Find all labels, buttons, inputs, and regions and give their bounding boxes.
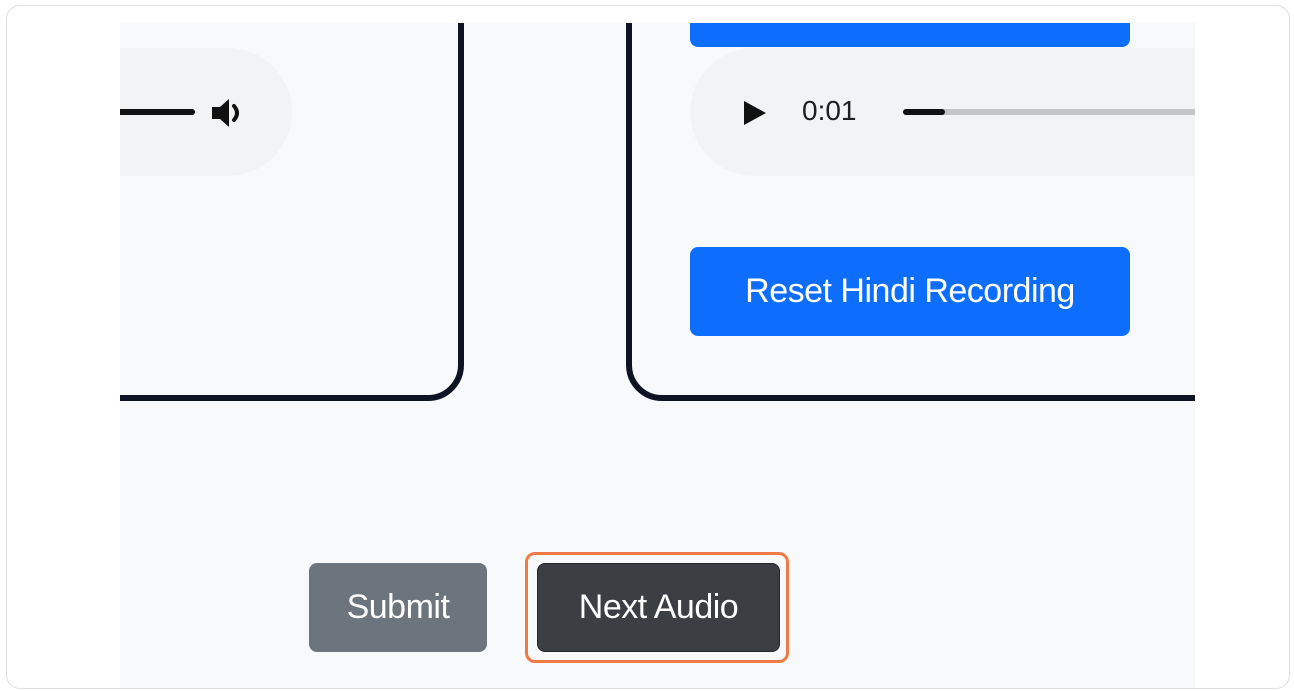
audio-progress-fill (120, 109, 195, 115)
audio-time-display: 0:01 (802, 95, 857, 126)
audio-progress-bar[interactable] (903, 109, 1195, 115)
screenshot-frame: 0:01 Reset Hindi Recording Submit Next A… (6, 5, 1290, 689)
audio-progress-fill (903, 109, 945, 115)
play-icon[interactable] (742, 100, 768, 126)
next-audio-button[interactable]: Next Audio (537, 563, 780, 652)
audio-progress-bar[interactable] (120, 109, 195, 115)
volume-icon[interactable] (210, 96, 248, 130)
submit-button[interactable]: Submit (309, 563, 487, 652)
hindi-audio-player[interactable]: 0:01 (690, 48, 1195, 176)
record-hindi-button[interactable] (690, 23, 1130, 47)
english-audio-player[interactable] (120, 48, 292, 176)
reset-hindi-recording-button[interactable]: Reset Hindi Recording (690, 247, 1130, 336)
page-viewport: 0:01 Reset Hindi Recording Submit Next A… (120, 23, 1195, 688)
